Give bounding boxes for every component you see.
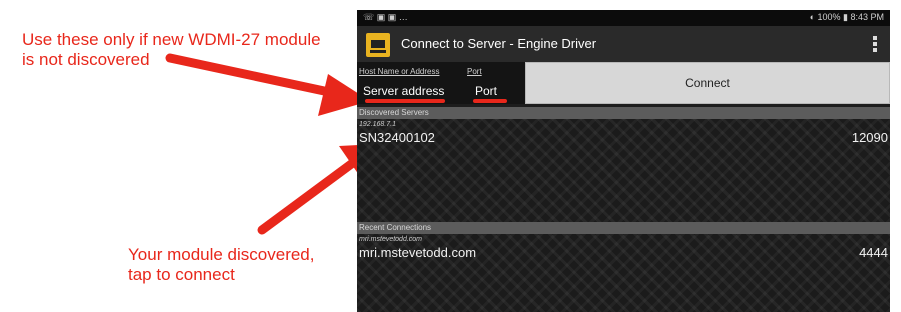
status-battery-time: ◐ 100% ▮ 8:43 PM (809, 12, 884, 22)
discovered-servers-list: 192.168.7.1 SN32400102 12090 (357, 119, 890, 222)
recent-connections-list: mri.mstevetodd.com mri.mstevetodd.com 44… (357, 234, 890, 312)
manual-address-panel: Host Name or Address Port (357, 62, 525, 104)
annotation-underline-server (365, 99, 445, 103)
recent-name: mri.mstevetodd.com (359, 245, 477, 260)
server-name: SN32400102 (359, 130, 435, 145)
annotation-line: is not discovered (22, 50, 150, 69)
server-ip: 192.168.7.1 (359, 121, 396, 128)
engine-driver-app-icon (366, 33, 390, 57)
annotation-line: Use these only if new WDMI-27 module (22, 30, 321, 49)
engine-driver-screen: ☏ ▣ ▣ … ◐ 100% ▮ 8:43 PM Connect to Serv… (357, 10, 890, 312)
annotation-line: tap to connect (128, 265, 235, 284)
annotation-underline-port (473, 99, 507, 103)
page-title: Connect to Server - Engine Driver (401, 36, 597, 51)
port-label: Port (467, 67, 482, 76)
connect-button[interactable]: Connect (525, 62, 890, 104)
annotation-discovered: Your module discovered, tap to connect (128, 245, 315, 285)
annotation-manual-entry: Use these only if new WDMI-27 module is … (22, 30, 321, 70)
overflow-menu-icon[interactable] (872, 36, 878, 54)
recent-connection-item[interactable]: mri.mstevetodd.com mri.mstevetodd.com 44… (357, 236, 890, 266)
discovered-server-item[interactable]: 192.168.7.1 SN32400102 12090 (357, 121, 890, 151)
server-address-input[interactable] (363, 81, 455, 101)
action-bar: Connect to Server - Engine Driver (357, 26, 890, 62)
annotation-line: Your module discovered, (128, 245, 315, 264)
recent-connections-header: Recent Connections (357, 222, 890, 234)
recent-host: mri.mstevetodd.com (359, 236, 423, 243)
server-port: 12090 (851, 130, 888, 145)
recent-port: 4444 (859, 245, 888, 260)
port-input[interactable] (475, 81, 515, 101)
status-icons-left: ☏ ▣ ▣ … (363, 12, 408, 22)
host-label: Host Name or Address (359, 67, 440, 76)
discovered-servers-header: Discovered Servers (357, 107, 890, 119)
status-bar: ☏ ▣ ▣ … ◐ 100% ▮ 8:43 PM (357, 10, 890, 26)
